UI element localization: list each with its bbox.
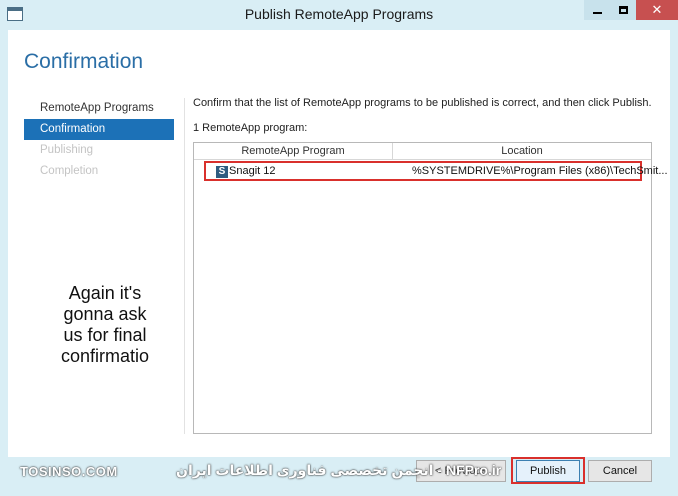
close-icon: ✕	[651, 2, 663, 17]
title-bar[interactable]: Publish RemoteApp Programs ✕	[0, 0, 678, 30]
maximize-button[interactable]	[610, 0, 636, 20]
wizard-content: Confirmation RemoteApp Programs Confirma…	[8, 30, 670, 457]
instruction-text: Confirm that the list of RemoteApp progr…	[193, 97, 652, 109]
snagit-icon: S	[216, 166, 228, 178]
program-location: %SYSTEMDRIVE%\Program Files (x86)\TechSm…	[412, 165, 668, 177]
close-button[interactable]: ✕	[636, 0, 678, 20]
program-list[interactable]: RemoteApp Program Location S Snagit 12 %…	[193, 142, 668, 434]
column-header-location[interactable]: Location	[393, 143, 651, 159]
minimize-icon	[592, 12, 602, 14]
annotation-line: confirmatio	[60, 346, 150, 366]
annotation-line: us for final	[63, 325, 147, 345]
maximize-icon	[618, 6, 628, 14]
step-confirmation[interactable]: Confirmation	[24, 119, 174, 140]
column-header-program[interactable]: RemoteApp Program	[194, 143, 393, 159]
divider	[184, 98, 185, 434]
step-publishing: Publishing	[40, 144, 94, 156]
annotation-text: Again it's gonna ask us for final confir…	[30, 283, 180, 367]
annotation-line: Again it's	[68, 283, 142, 303]
step-remoteapp-programs[interactable]: RemoteApp Programs	[24, 98, 174, 119]
cancel-button[interactable]: Cancel	[588, 460, 652, 482]
minimize-button[interactable]	[584, 0, 610, 20]
annotation-line: gonna ask	[63, 304, 147, 324]
wizard-steps: RemoteApp Programs Confirmation Publishi…	[24, 98, 174, 182]
watermark-center: انجمن تخصصی فناوری اطلاعات ایران - NFPro…	[176, 462, 502, 478]
program-count: 1 RemoteApp program:	[193, 122, 308, 134]
window-title: Publish RemoteApp Programs	[244, 6, 434, 22]
list-header: RemoteApp Program Location	[194, 143, 651, 160]
page-title: Confirmation	[24, 50, 144, 73]
step-completion: Completion	[40, 165, 99, 177]
publish-remoteapp-window: Publish RemoteApp Programs ✕ Confirmatio…	[0, 0, 678, 496]
program-name: Snagit 12	[229, 165, 276, 177]
publish-button[interactable]: Publish	[516, 460, 580, 482]
watermark-left: TOSINSO.COM	[20, 464, 118, 479]
table-row[interactable]: S Snagit 12 %SYSTEMDRIVE%\Program Files …	[204, 161, 668, 181]
